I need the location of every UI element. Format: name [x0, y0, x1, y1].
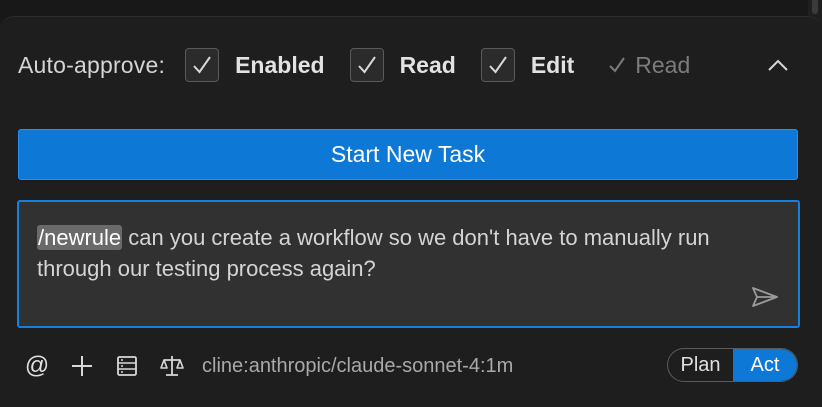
chat-input[interactable]: /newrule can you create a workflow so we…	[17, 200, 800, 328]
server-icon[interactable]	[114, 353, 140, 379]
auto-approve-label: Auto-approve:	[18, 51, 166, 78]
add-icon[interactable]	[69, 353, 95, 379]
edit-checkbox[interactable]	[480, 48, 515, 82]
scrollbar-thumb[interactable]	[812, 0, 818, 14]
slash-command-mention: /newrule	[37, 225, 123, 250]
summary-check-icon	[607, 55, 627, 75]
check-icon	[193, 56, 211, 74]
auto-approve-enabled-option[interactable]: Enabled	[185, 48, 325, 82]
start-new-task-button[interactable]: Start New Task	[18, 129, 798, 180]
send-icon[interactable]	[750, 284, 780, 310]
edit-label: Edit	[530, 51, 575, 78]
at-symbol: @	[24, 352, 50, 379]
plan-act-toggle[interactable]: Plan Act	[667, 348, 798, 382]
check-icon	[489, 56, 507, 74]
plan-mode-button[interactable]: Plan	[668, 349, 733, 381]
act-mode-button[interactable]: Act	[733, 349, 797, 381]
auto-approve-summary[interactable]: Read	[607, 52, 690, 79]
chat-panel: Auto-approve: Enabled Read Edit Read Sta…	[0, 16, 822, 407]
summary-label: Read	[635, 51, 691, 78]
scale-icon[interactable]	[159, 353, 185, 379]
at-mention-icon[interactable]: @	[24, 352, 50, 379]
read-label: Read	[399, 51, 456, 78]
enabled-checkbox[interactable]	[185, 48, 220, 82]
check-icon	[357, 56, 376, 74]
chevron-up-icon[interactable]	[766, 53, 790, 77]
chat-message-text: can you create a workflow so we don't ha…	[37, 225, 710, 281]
chat-input-text[interactable]: /newrule can you create a workflow so we…	[37, 222, 727, 284]
auto-approve-bar: Auto-approve: Enabled Read Edit Read	[18, 47, 798, 83]
model-selector[interactable]: cline:anthropic/claude-sonnet-4:1m	[202, 355, 513, 378]
auto-approve-edit-option[interactable]: Edit	[480, 48, 575, 82]
enabled-label: Enabled	[235, 51, 325, 78]
auto-approve-read-option[interactable]: Read	[349, 48, 456, 82]
read-checkbox[interactable]	[349, 48, 384, 82]
chat-toolbar: @ cline:anthropic/claude-sonnet-4:1m	[24, 349, 584, 383]
